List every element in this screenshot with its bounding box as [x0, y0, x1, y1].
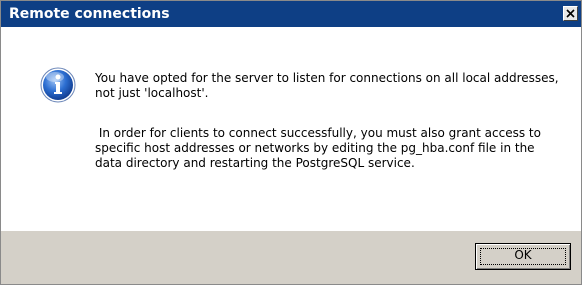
close-button[interactable]: [563, 6, 578, 21]
window-title: Remote connections: [9, 6, 170, 22]
close-icon: [566, 9, 575, 18]
message-paragraph-2: In order for clients to connect successf…: [95, 126, 545, 170]
ok-button[interactable]: OK: [475, 243, 571, 270]
ok-button-label: OK: [514, 248, 532, 262]
message-area: You have opted for the server to listen …: [1, 27, 581, 231]
info-icon: [40, 67, 76, 103]
button-bar: OK: [1, 231, 581, 284]
title-bar[interactable]: Remote connections: [1, 1, 581, 27]
message-paragraph-1: You have opted for the server to listen …: [95, 71, 559, 100]
remote-connections-dialog: Remote connections You have opted for th…: [0, 0, 582, 285]
